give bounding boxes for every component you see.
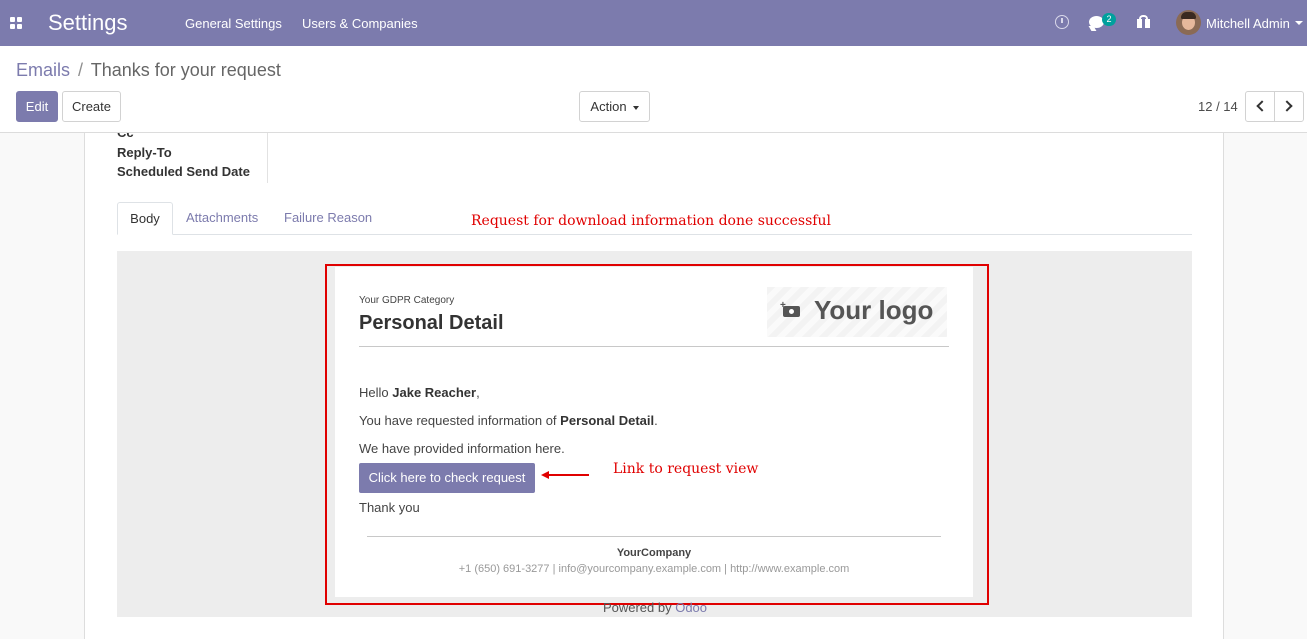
chat-badge: 2 — [1102, 13, 1116, 26]
annotation-highlight-box — [325, 264, 989, 605]
chevron-left-icon — [1256, 100, 1268, 112]
tab-attachments[interactable]: Attachments — [186, 202, 258, 235]
tab-body[interactable]: Body — [117, 202, 173, 235]
breadcrumb-separator: / — [78, 60, 84, 80]
caret-down-icon[interactable] — [1295, 21, 1303, 25]
create-button[interactable]: Create — [62, 91, 121, 122]
field-label-reply-to: Reply-To — [117, 145, 172, 160]
field-label-cc: Cc — [117, 133, 134, 140]
action-label: Action — [590, 99, 627, 114]
breadcrumb-emails-link[interactable]: Emails — [16, 60, 70, 80]
menu-general-settings[interactable]: General Settings — [185, 16, 282, 31]
email-preview: Your GDPR Category Personal Detail + You… — [117, 251, 1192, 617]
app-title: Settings — [48, 10, 128, 35]
annotation-success-note: Request for download information done su… — [471, 213, 831, 229]
field-divider — [267, 133, 268, 183]
odoo-link[interactable]: Odoo — [675, 600, 707, 615]
powered-by: Powered by Odoo — [602, 600, 708, 615]
breadcrumb: Emails / Thanks for your request — [16, 60, 281, 81]
control-panel: Emails / Thanks for your request Edit Cr… — [0, 46, 1307, 133]
menu-users-companies[interactable]: Users & Companies — [302, 16, 418, 31]
form-sheet: Cc Reply-To Scheduled Send Date Body Att… — [84, 133, 1224, 639]
tab-failure-reason[interactable]: Failure Reason — [284, 202, 372, 235]
activity-clock-icon[interactable] — [1055, 15, 1069, 29]
caret-down-icon — [632, 105, 639, 110]
breadcrumb-current: Thanks for your request — [90, 60, 281, 80]
pager-value[interactable]: 12 / 14 — [1198, 99, 1238, 114]
action-dropdown[interactable]: Action — [579, 91, 650, 122]
user-menu[interactable]: Mitchell Admin — [1206, 16, 1290, 31]
apps-menu-icon[interactable] — [10, 17, 22, 29]
top-navbar: Settings General Settings Users & Compan… — [0, 0, 1307, 46]
edit-button[interactable]: Edit — [16, 91, 58, 122]
pager-next-button[interactable] — [1274, 91, 1304, 122]
pager-previous-button[interactable] — [1245, 91, 1275, 122]
chevron-right-icon — [1281, 100, 1293, 112]
user-avatar[interactable] — [1176, 10, 1201, 35]
gift-icon[interactable] — [1137, 15, 1150, 28]
field-label-scheduled-send-date: Scheduled Send Date — [117, 164, 250, 179]
